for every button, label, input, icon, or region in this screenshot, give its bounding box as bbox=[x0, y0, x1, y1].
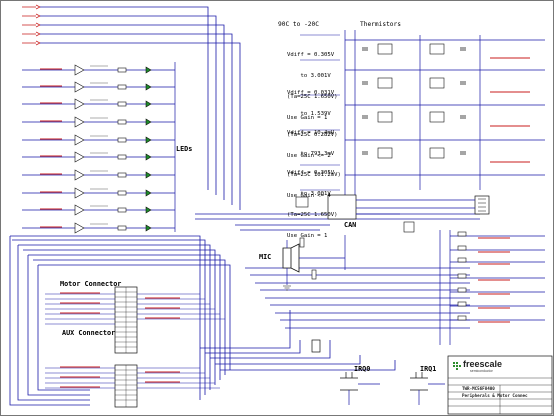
thermistors-heading: Thermistors bbox=[360, 21, 401, 28]
temp-range-heading: 90C to -20C bbox=[278, 21, 319, 28]
vdiff-line: Vdiff = 0.305V bbox=[287, 170, 335, 176]
sheet-title: Peripherals & Motor Connec bbox=[462, 393, 528, 398]
vdiff-block-4: Vdiff = 0.305V to 3.001V (Ta=25C 1.650V)… bbox=[287, 156, 338, 247]
vdiff-line: Vdiff = 10.4mV bbox=[287, 130, 335, 136]
irq1-heading: IRQ1 bbox=[420, 365, 437, 373]
small-header bbox=[403, 221, 415, 233]
vdiff-line: Vdiff = 0.305V bbox=[287, 52, 335, 58]
can-heading: CAN bbox=[344, 221, 357, 229]
freescale-logo-subtext: semiconductor bbox=[470, 369, 493, 373]
vdiff-line: (Ta=25C 1.650V) bbox=[287, 212, 338, 218]
can-connector bbox=[474, 195, 490, 215]
aux-connector-heading: AUX Connector bbox=[62, 329, 116, 337]
vdiff-line: Use Gain = 1 bbox=[287, 233, 328, 239]
motor-connector-heading: Motor Connector bbox=[60, 280, 122, 288]
mic-heading: MIC bbox=[259, 253, 272, 261]
leds-heading: LEDs bbox=[176, 145, 193, 153]
board-name: TWR-MC56F8400 bbox=[462, 386, 495, 391]
freescale-logo-text: freescale bbox=[463, 359, 503, 369]
vdiff-line: Vdiff = 0.031V bbox=[287, 90, 335, 96]
mic-symbol bbox=[282, 243, 300, 273]
vdiff-line: to 3.001V bbox=[287, 191, 331, 197]
schematic-sheet bbox=[0, 0, 554, 416]
irq0-heading: IRQ0 bbox=[354, 365, 371, 373]
